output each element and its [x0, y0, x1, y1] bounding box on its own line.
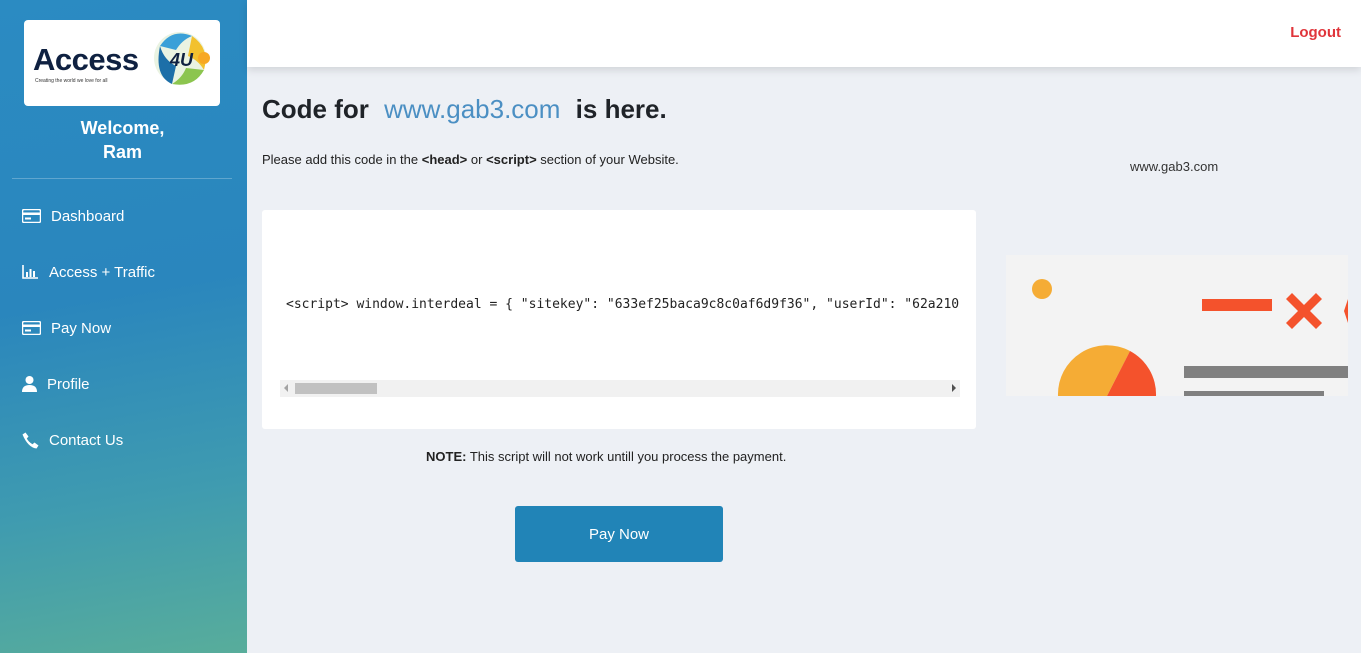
- logo-wordmark: Access: [33, 42, 139, 77]
- bar-chart-icon: [22, 265, 38, 279]
- preview-domain: www.gab3.com: [1130, 159, 1219, 174]
- phone-icon: [22, 432, 39, 448]
- preview-line-1: [1184, 366, 1348, 378]
- sidebar-item-pay-now[interactable]: Pay Now: [22, 316, 111, 340]
- sidebar-item-contact-us[interactable]: Contact Us: [22, 428, 123, 452]
- website-preview-illustration: [1006, 255, 1348, 396]
- sidebar-divider: [12, 178, 232, 179]
- sidebar-item-label: Contact Us: [49, 431, 124, 449]
- pay-now-button[interactable]: Pay Now: [515, 506, 723, 562]
- logout-link[interactable]: Logout: [1290, 24, 1341, 41]
- page-title-suffix: is here.: [575, 94, 667, 124]
- sidebar-item-label: Pay Now: [51, 319, 112, 337]
- sidebar-item-profile[interactable]: Profile: [22, 372, 90, 396]
- sidebar-item-label: Access + Traffic: [49, 263, 156, 281]
- preview-minus-bar: [1202, 299, 1272, 311]
- sidebar-item-label: Dashboard: [51, 207, 125, 225]
- user-icon: [22, 376, 37, 392]
- welcome-username: Ram: [102, 142, 142, 162]
- page-title-domain: www.gab3.com: [384, 94, 561, 124]
- instruction-script-tag: <script>: [486, 152, 537, 167]
- sidebar: Access Creating the world we love for al…: [0, 0, 247, 653]
- sidebar-item-access-traffic[interactable]: Access + Traffic: [22, 260, 155, 284]
- instruction-head-tag: <head>: [421, 152, 468, 167]
- note-text: This script will not work untill you pro…: [469, 449, 787, 464]
- preview-dot: [1032, 279, 1052, 299]
- code-snippet[interactable]: <script> window.interdeal = { "sitekey":…: [286, 297, 960, 312]
- logo[interactable]: Access Creating the world we love for al…: [24, 20, 220, 106]
- payment-note: NOTE: This script will not work untill y…: [426, 449, 786, 464]
- sidebar-item-dashboard[interactable]: Dashboard: [22, 204, 124, 228]
- scrollbar-thumb[interactable]: [295, 383, 377, 394]
- welcome-greeting: Welcome,: [80, 118, 165, 138]
- scroll-right-icon[interactable]: [952, 384, 956, 392]
- code-snippet-box: <script> window.interdeal = { "sitekey":…: [262, 210, 976, 429]
- card-icon: [22, 321, 41, 335]
- page-title-prefix: Code for: [262, 94, 369, 124]
- page-title: Code for www.gab3.com is here.: [262, 94, 667, 125]
- welcome-message: Welcome, Ram: [0, 116, 245, 164]
- card-icon: [22, 209, 41, 223]
- svg-text:4U: 4U: [169, 50, 194, 70]
- sidebar-item-label: Profile: [47, 375, 90, 393]
- note-label: NOTE:: [426, 449, 467, 464]
- preview-line-2: [1184, 391, 1324, 396]
- instruction-or: or: [470, 152, 483, 167]
- instruction-pre: Please add this code in the: [262, 152, 419, 167]
- instruction-post: section of your Website.: [540, 152, 679, 167]
- horizontal-scrollbar[interactable]: [280, 380, 960, 397]
- top-bar: Logout: [247, 0, 1361, 67]
- scroll-left-icon[interactable]: [284, 384, 288, 392]
- instruction-text: Please add this code in the <head> or <s…: [262, 152, 679, 167]
- logo-swirl-icon: 4U: [154, 32, 210, 85]
- logo-tagline: Creating the world we love for all: [35, 78, 108, 84]
